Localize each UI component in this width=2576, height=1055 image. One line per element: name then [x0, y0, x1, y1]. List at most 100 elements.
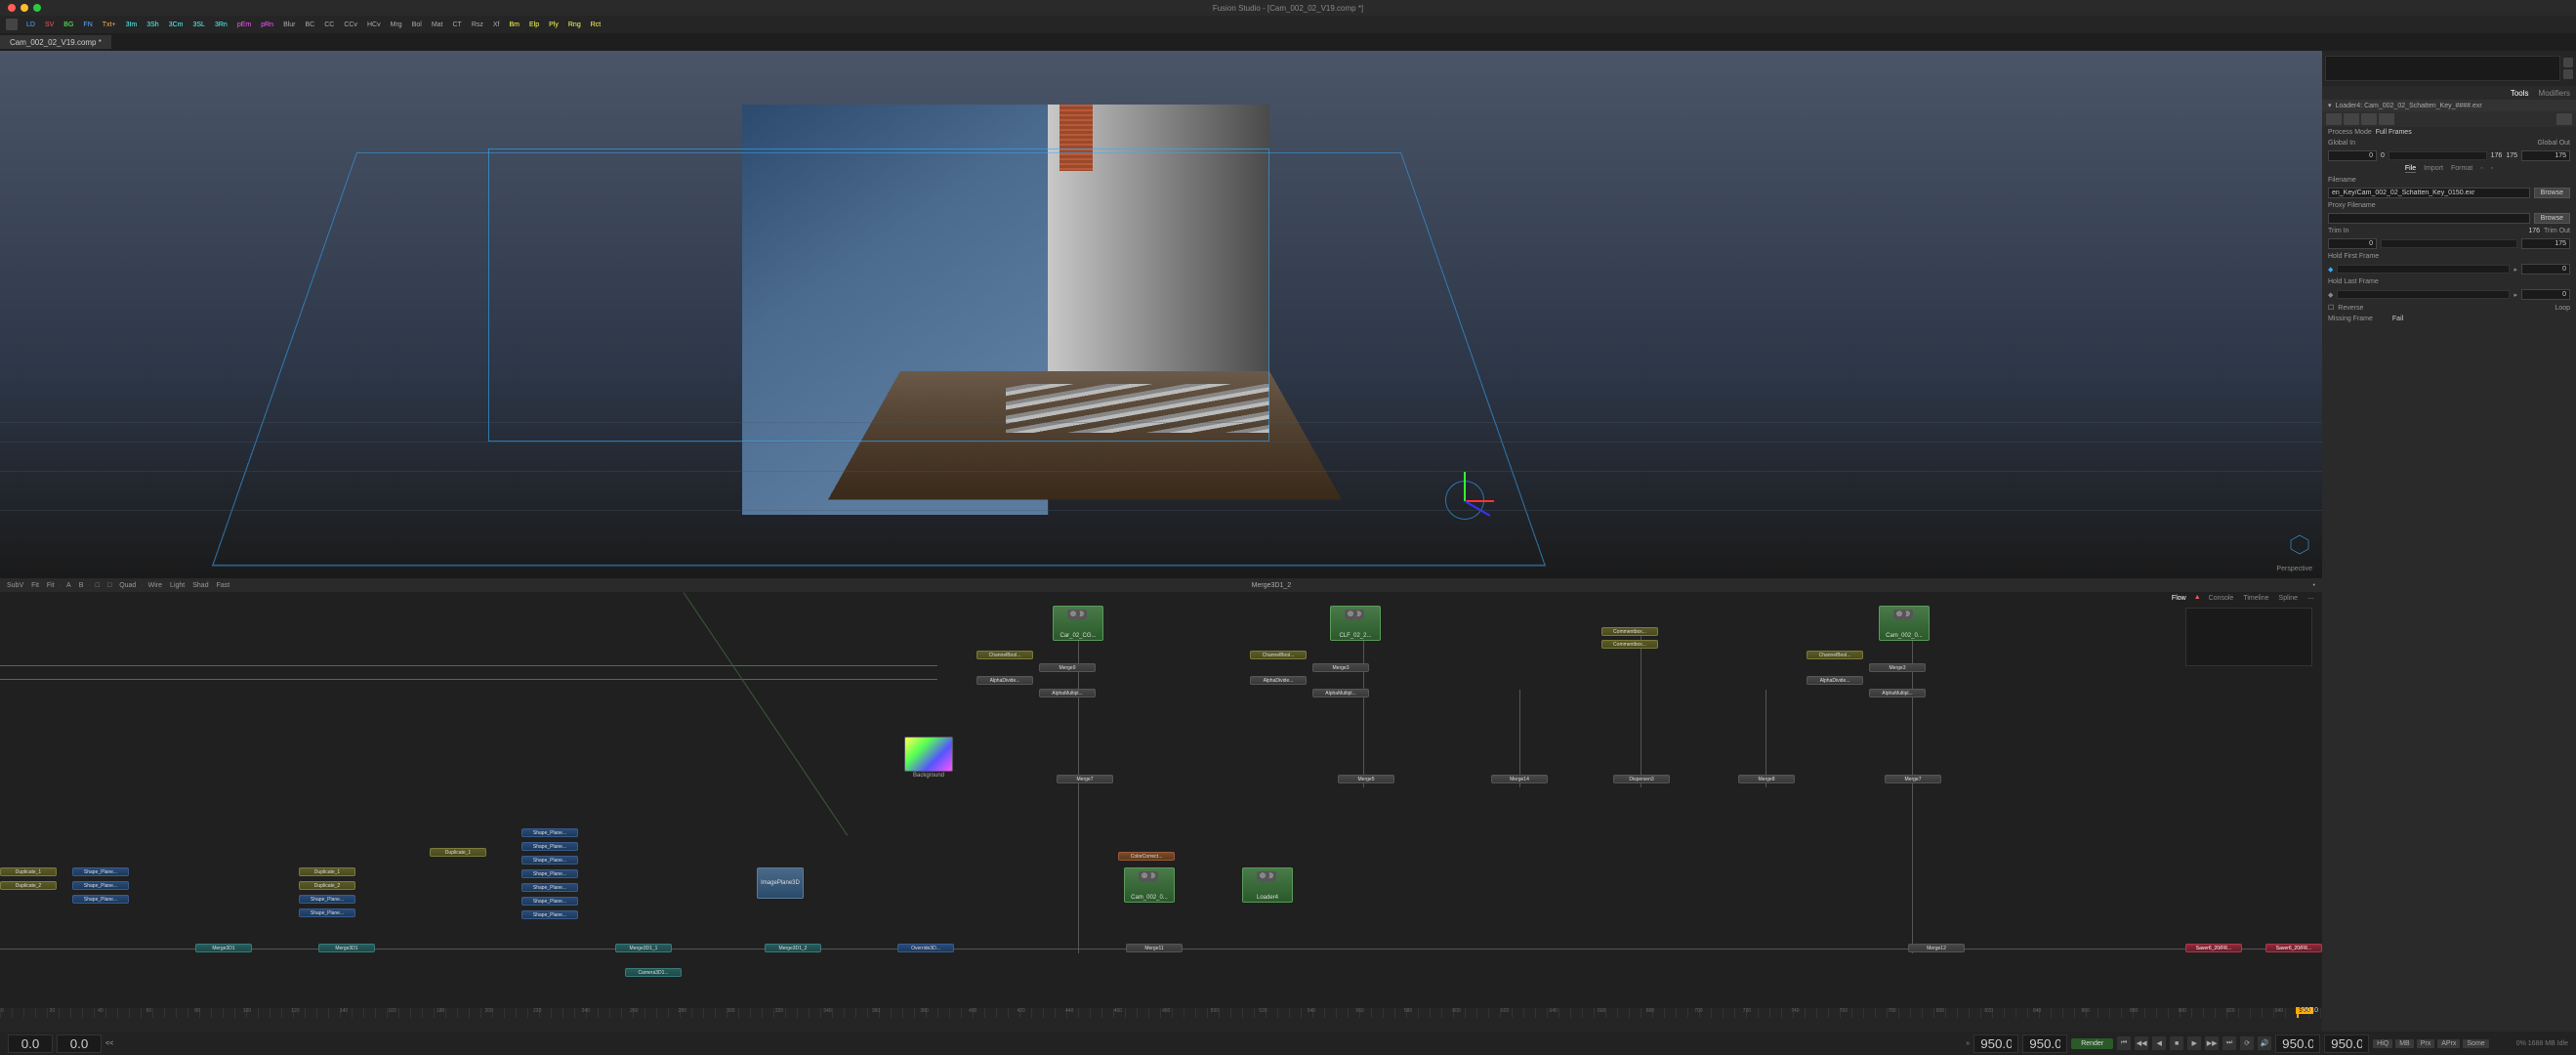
shelf-tool-cc[interactable]: CC	[321, 21, 337, 29]
tab-console[interactable]: Console	[2207, 594, 2236, 604]
shelf-tool-3rn[interactable]: 3Rn	[212, 21, 230, 29]
cluster-top_left-2[interactable]: AlphaDivide...	[976, 676, 1033, 685]
hold-last-slider[interactable]	[2337, 290, 2510, 299]
note-right[interactable]: Commentbox...	[1601, 640, 1658, 649]
global-range-slider[interactable]	[2389, 151, 2487, 160]
viewer-tool-4[interactable]: B	[76, 582, 87, 589]
cluster-top_far-2[interactable]: AlphaDivide...	[1807, 676, 1863, 685]
range-start-field[interactable]	[8, 1034, 53, 1053]
loop-button[interactable]: ⟳	[2240, 1036, 2254, 1050]
flow-panel[interactable]: Flow ▲ Console Timeline Spline ⋯	[0, 592, 2322, 1055]
cluster-top_right-3[interactable]: AlphaMultipl...	[1312, 689, 1369, 697]
page-clip-icon[interactable]	[2344, 113, 2359, 125]
bottom-row-5[interactable]: Saver6_20/FR...	[2265, 944, 2322, 952]
left-groups_a-1[interactable]: Duplicate_2	[0, 881, 57, 890]
trim-out-field[interactable]	[2521, 238, 2570, 249]
inspector-node-title[interactable]: ▾Loader4: Cam_002_02_Schatten_Key_####.e…	[2322, 100, 2576, 111]
merge-row-4[interactable]: Merge8	[1738, 775, 1795, 783]
imageplane3d-node[interactable]: ImagePlane3D	[757, 867, 804, 899]
left-groups_a-4[interactable]: Shape_Plane...	[72, 895, 129, 904]
minimize-window-button[interactable]	[21, 4, 28, 12]
merge-row-3[interactable]: Dispersen3	[1613, 775, 1670, 783]
cluster-top_far-1[interactable]: Merge3	[1869, 663, 1926, 672]
shelf-tool-3sh[interactable]: 3Sh	[144, 21, 161, 29]
close-window-button[interactable]	[8, 4, 16, 12]
merge-row-1[interactable]: Merge5	[1338, 775, 1394, 783]
hold-last-field[interactable]	[2521, 289, 2570, 300]
flow-menu-icon[interactable]: ⋯	[2306, 594, 2316, 604]
viewer-tool-7[interactable]: Quad	[116, 582, 139, 589]
left-groups_b-2[interactable]: Shape_Plane...	[299, 895, 355, 904]
tab-modifiers[interactable]: Modifiers	[2539, 89, 2570, 98]
loader-node-1[interactable]: CLF_02_2...	[1330, 606, 1381, 641]
tab-flow[interactable]: Flow	[2170, 594, 2188, 604]
background-node[interactable]: Background	[904, 737, 953, 772]
view-mode-label[interactable]: Perspective	[2276, 566, 2312, 572]
cluster-top_far-0[interactable]: ChannelBool...	[1807, 651, 1863, 659]
reverse-checkbox[interactable]: ☐	[2328, 304, 2334, 312]
page-channels-icon[interactable]	[2361, 113, 2377, 125]
shelf-tool-rng[interactable]: Rng	[565, 21, 584, 29]
current-frame-field-2[interactable]	[2022, 1034, 2067, 1053]
missing-frame-value[interactable]: Fail	[2392, 316, 2403, 322]
bottom-row-1[interactable]: Override3D...	[897, 944, 954, 952]
left-groups_c-4[interactable]: Shape_Plane...	[521, 869, 578, 878]
bottom-row-2[interactable]: Merge11	[1126, 944, 1183, 952]
cluster-top_left-3[interactable]: AlphaMultipl...	[1039, 689, 1096, 697]
left-groups_c-7[interactable]: Shape_Plane...	[521, 910, 578, 919]
shelf-tool-rsz[interactable]: Rsz	[469, 21, 486, 29]
cluster-top_right-1[interactable]: Merge3	[1312, 663, 1369, 672]
viewer-tool-0[interactable]: SubV	[4, 582, 26, 589]
step-forward-button[interactable]: ▶▶	[2205, 1036, 2219, 1050]
left-groups_c-5[interactable]: Shape_Plane...	[521, 883, 578, 892]
inspector-pin-icon[interactable]	[2563, 58, 2573, 67]
colorcorrect-node[interactable]: ColorCorrect...	[1118, 852, 1175, 861]
quality-some-button[interactable]: Some	[2463, 1039, 2488, 1048]
shelf-tool-ct[interactable]: CT	[449, 21, 464, 29]
left-groups_a-0[interactable]: Duplicate_1	[0, 867, 57, 876]
proxy-filename-field[interactable]	[2328, 213, 2530, 224]
viewer-tool-10[interactable]: Shad	[189, 582, 211, 589]
subtab-format[interactable]: Format	[2451, 165, 2472, 173]
viewer-tool-1[interactable]: Fit	[28, 582, 42, 589]
shelf-tool-txt+[interactable]: Txt+	[100, 21, 119, 29]
inspector-menu-icon[interactable]	[2563, 69, 2573, 79]
shelf-tool-elp[interactable]: Elp	[526, 21, 542, 29]
subtab-import[interactable]: Import	[2424, 165, 2443, 173]
quality-prx-button[interactable]: Prx	[2417, 1039, 2435, 1048]
loader-node-4[interactable]: Loader4	[1242, 867, 1293, 903]
shelf-tool-bg[interactable]: BG	[61, 21, 76, 29]
shelf-tool-hcv[interactable]: HCv	[364, 21, 384, 29]
3d-viewer[interactable]: Perspective	[0, 51, 2322, 578]
transform-gizmo[interactable]	[1435, 471, 1494, 529]
shelf-tool-rct[interactable]: Rct	[588, 21, 604, 29]
left-groups_a-3[interactable]: Shape_Plane...	[72, 881, 129, 890]
render-button[interactable]: Render	[2071, 1038, 2113, 1049]
process-mode-value[interactable]: Full Frames	[2376, 129, 2412, 136]
shelf-tool-ply[interactable]: Ply	[546, 21, 561, 29]
step-back-button[interactable]: ◀◀	[2135, 1036, 2148, 1050]
shelf-tool-mat[interactable]: Mat	[429, 21, 446, 29]
shelf-tool-bc[interactable]: BC	[303, 21, 318, 29]
page-file-icon[interactable]	[2326, 113, 2342, 125]
quality-aprx-button[interactable]: APrx	[2437, 1039, 2460, 1048]
trim-slider[interactable]	[2381, 239, 2517, 248]
proxy-browse-button[interactable]: Browse	[2534, 213, 2570, 224]
shelf-tool-fn[interactable]: FN	[80, 21, 95, 29]
shelf-tool-blur[interactable]: Blur	[280, 21, 298, 29]
shelf-tool-3im[interactable]: 3Im	[123, 21, 141, 29]
global-out-field[interactable]	[2521, 150, 2570, 161]
tab-tools[interactable]: Tools	[2511, 89, 2529, 98]
tab-spline[interactable]: Spline	[2277, 594, 2300, 604]
time-cursor[interactable]: 950	[2297, 1008, 2299, 1018]
loop-label[interactable]: Loop	[2555, 305, 2570, 312]
maximize-window-button[interactable]	[33, 4, 41, 12]
shelf-tool-3cm[interactable]: 3Cm	[166, 21, 187, 29]
viewer-tool-8[interactable]: Wire	[145, 582, 165, 589]
cluster-top_right-0[interactable]: ChannelBool...	[1250, 651, 1307, 659]
left-groups_c-2[interactable]: Shape_Plane...	[521, 842, 578, 851]
shelf-tool-bol[interactable]: Bol	[409, 21, 425, 29]
viewer-tool-2[interactable]: Fit	[44, 582, 58, 589]
viewer-tool-3[interactable]: A	[63, 582, 74, 589]
shelf-tool-prn[interactable]: pRn	[258, 21, 276, 29]
